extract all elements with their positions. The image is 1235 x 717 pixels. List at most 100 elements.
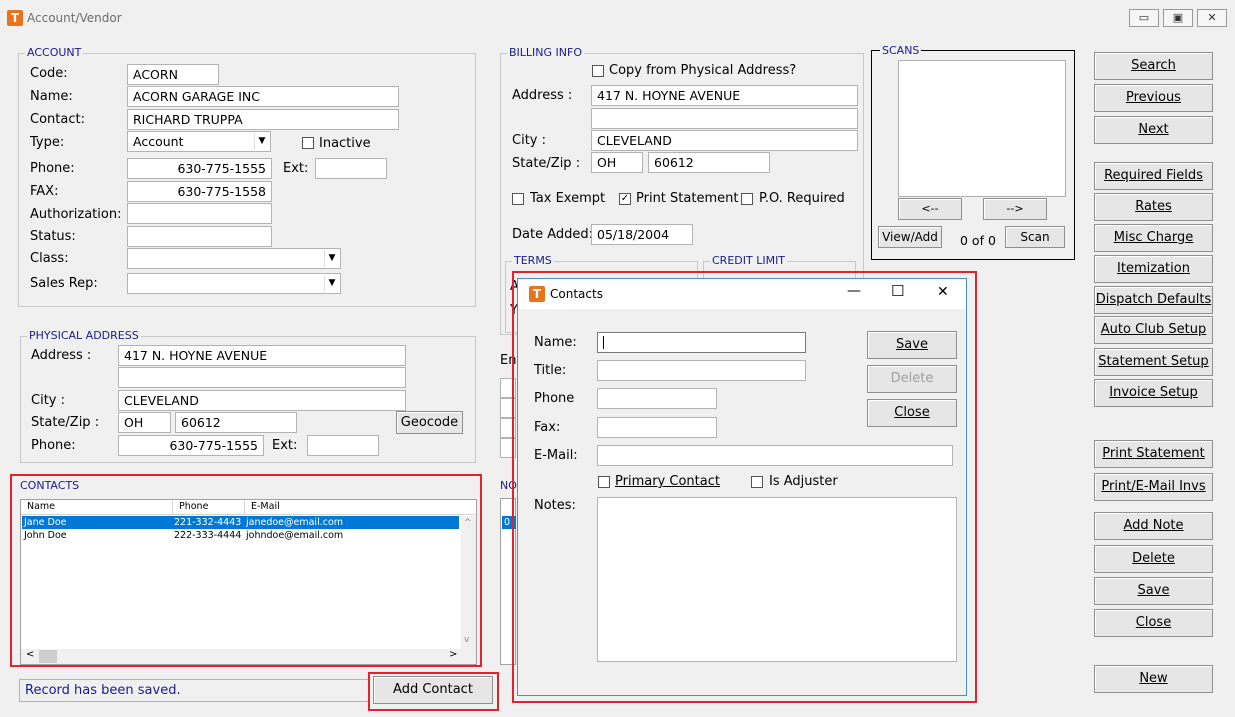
po-required-checkbox[interactable] [741,193,753,205]
contact-row[interactable]: John Doe 222-333-4444 johndoe@email.com [22,529,459,542]
type-label: Type: [30,135,65,150]
vertical-scrollbar[interactable]: ^ v [461,516,476,649]
new-button[interactable]: New [1094,665,1213,693]
save-button[interactable]: Save [1094,577,1213,605]
is-adjuster-checkbox[interactable] [751,476,763,488]
window-close-icon[interactable]: ✕ [1197,9,1227,27]
po-required-label: P.O. Required [759,191,845,206]
search-button[interactable]: Search [1094,52,1213,80]
type-value: Account [133,134,184,149]
billing-address2-field[interactable] [591,108,858,129]
tax-exempt-checkbox[interactable] [512,193,524,205]
chevron-down-icon[interactable]: ▼ [324,275,339,292]
restore-icon[interactable]: ▣ [1163,9,1193,27]
chevron-down-icon[interactable]: ▼ [254,133,269,150]
dialog-notes-label: Notes: [534,498,576,513]
statement-setup-button[interactable]: Statement Setup [1094,348,1213,376]
next-button[interactable]: Next [1094,116,1213,144]
chevron-down-icon[interactable]: ▼ [324,250,339,267]
column-header-phone[interactable]: Phone [173,500,245,515]
billing-zip-field[interactable]: 60612 [648,152,770,173]
view-add-button[interactable]: View/Add [878,226,942,248]
billing-city-field[interactable]: CLEVELAND [591,130,858,151]
physical-address-label: Address : [31,348,92,363]
fax-field[interactable]: 630-775-1558 [127,181,272,202]
dialog-name-field[interactable] [597,332,806,353]
billing-address-field[interactable]: 417 N. HOYNE AVENUE [591,85,858,106]
scan-preview [898,60,1066,197]
physical-address-field[interactable]: 417 N. HOYNE AVENUE [118,345,406,366]
required-fields-button[interactable]: Required Fields [1094,162,1213,190]
type-select[interactable]: Account ▼ [127,131,271,152]
close-button[interactable]: Close [1094,609,1213,637]
scroll-right-icon[interactable]: > [449,649,457,660]
horizontal-scrollbar[interactable]: < > [21,649,476,664]
column-header-name[interactable]: Name [21,500,173,515]
dialog-phone-field[interactable] [597,388,717,409]
billing-address-label: Address : [512,88,573,103]
billing-state-field[interactable]: OH [591,152,643,173]
dialog-delete-button[interactable]: Delete [867,365,957,393]
dialog-save-button[interactable]: Save [867,331,957,359]
scan-prev-button[interactable]: <-- [898,198,962,220]
misc-charge-button[interactable]: Misc Charge [1094,224,1213,252]
physical-zip-field[interactable]: 60612 [175,412,297,433]
contacts-list[interactable]: Name Phone E-Mail Jane Doe 221-332-4443 … [20,499,477,665]
copy-address-checkbox[interactable] [592,65,604,77]
geocode-button[interactable]: Geocode [396,411,463,434]
class-select[interactable]: ▼ [127,248,341,269]
physical-state-field[interactable]: OH [118,412,171,433]
print-email-invs-button[interactable]: Print/E-Mail Invs [1094,473,1213,501]
scroll-left-icon[interactable]: < [26,649,34,660]
dialog-maximize-icon[interactable]: ☐ [891,282,904,300]
physical-phone-field[interactable]: 630-775-1555 [118,435,264,456]
dialog-close-button[interactable]: Close [867,399,957,427]
rates-button[interactable]: Rates [1094,193,1213,221]
print-statement-button[interactable]: Print Statement [1094,440,1213,468]
physical-city-label: City : [31,393,65,408]
scroll-up-icon[interactable]: ^ [464,518,472,528]
scroll-thumb[interactable] [39,650,57,663]
contact-row-name: John Doe [24,530,67,541]
invoice-setup-button[interactable]: Invoice Setup [1094,379,1213,407]
scroll-down-icon[interactable]: v [464,635,469,645]
minimize-icon[interactable]: ▭ [1129,9,1159,27]
add-note-button[interactable]: Add Note [1094,512,1213,540]
scan-next-button[interactable]: --> [983,198,1047,220]
contacts-dialog: T Contacts — ☐ ✕ Name: Title: Phone Fax:… [517,278,967,696]
dialog-fax-field[interactable] [597,417,717,438]
physical-ext-label: Ext: [272,438,298,453]
phone-field[interactable]: 630-775-1555 [127,158,272,179]
physical-state-zip-label: State/Zip : [31,415,100,430]
physical-address2-field[interactable] [118,367,406,388]
contact-field[interactable]: RICHARD TRUPPA [127,109,399,130]
print-statement-checkbox[interactable]: ✓ [619,193,631,205]
sales-rep-select[interactable]: ▼ [127,273,341,294]
contacts-group-title: CONTACTS [20,479,80,492]
status-field[interactable] [127,226,272,247]
dialog-email-field[interactable] [597,445,953,466]
auto-club-setup-button[interactable]: Auto Club Setup [1094,316,1213,344]
dialog-minimize-icon[interactable]: — [847,283,861,299]
dialog-notes-field[interactable] [597,497,957,662]
previous-button[interactable]: Previous [1094,84,1213,112]
authorization-field[interactable] [127,203,272,224]
inactive-checkbox[interactable] [302,137,314,149]
dialog-title: Contacts [550,287,603,301]
column-header-email[interactable]: E-Mail [245,500,476,515]
name-field[interactable]: ACORN GARAGE INC [127,86,399,107]
delete-button[interactable]: Delete [1094,545,1213,573]
code-field[interactable]: ACORN [127,64,219,85]
dialog-title-field[interactable] [597,360,806,381]
scan-button[interactable]: Scan [1005,226,1065,248]
date-added-field[interactable]: 05/18/2004 [591,224,693,245]
add-contact-button[interactable]: Add Contact [373,676,493,704]
dispatch-defaults-button[interactable]: Dispatch Defaults [1094,286,1213,314]
physical-city-field[interactable]: CLEVELAND [118,390,406,411]
physical-ext-field[interactable] [307,435,379,456]
ext-field[interactable] [315,158,387,179]
dialog-close-icon[interactable]: ✕ [937,284,949,300]
itemization-button[interactable]: Itemization [1094,255,1213,283]
contact-row[interactable]: Jane Doe 221-332-4443 janedoe@email.com [22,516,459,529]
primary-contact-checkbox[interactable] [598,476,610,488]
